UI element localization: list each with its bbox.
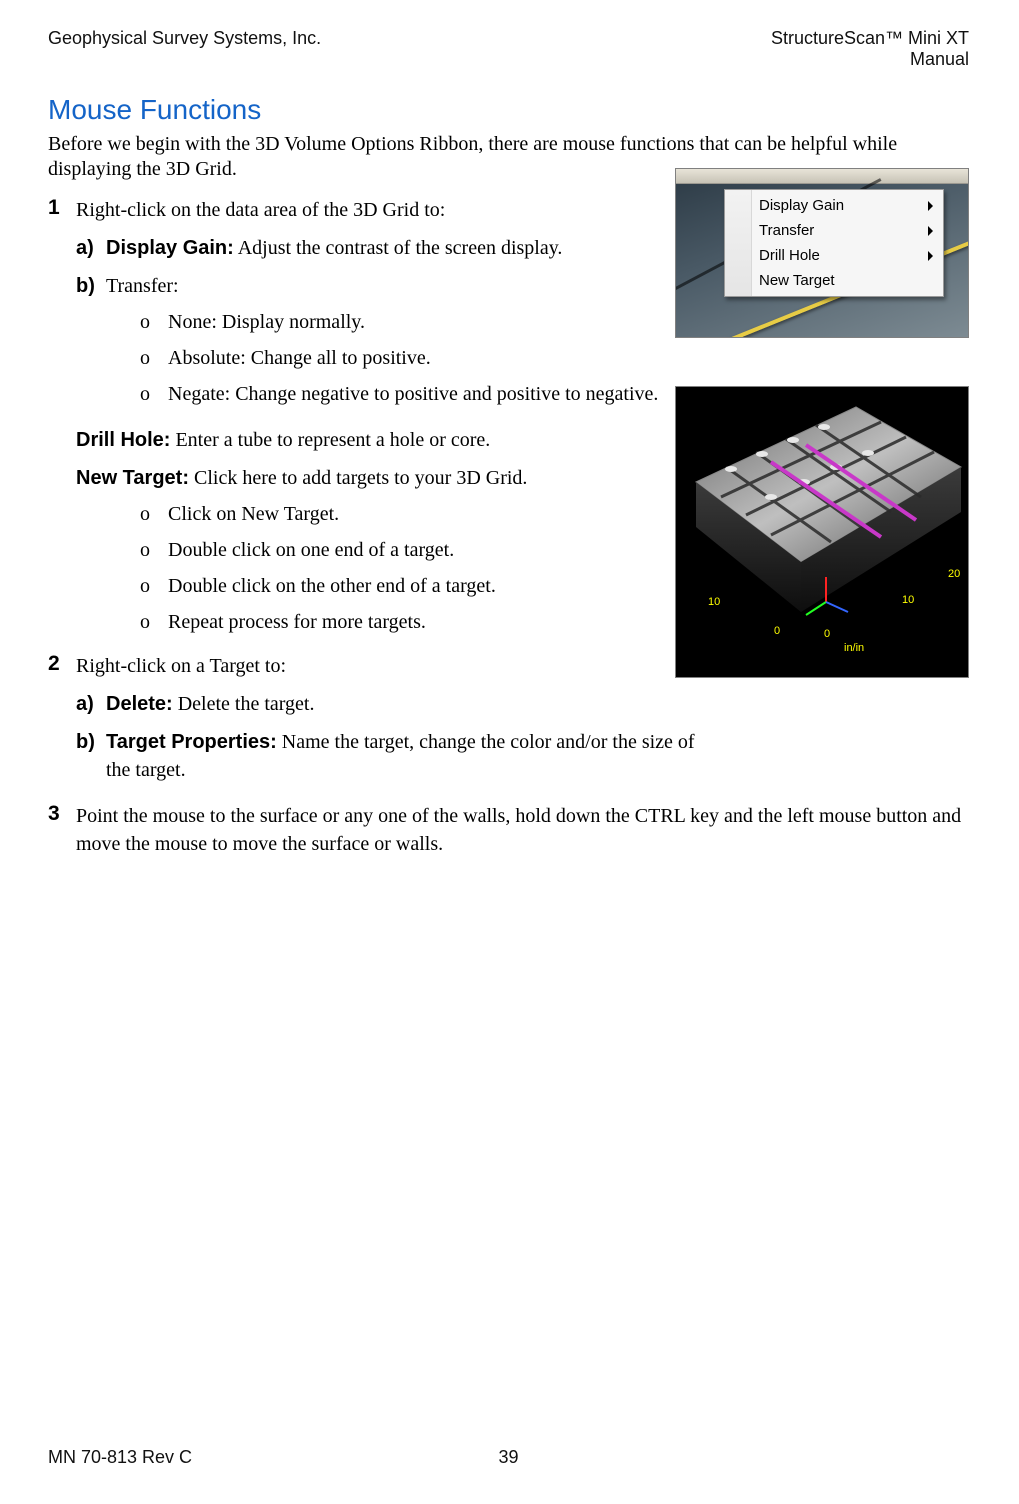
list-item: o Absolute: Change all to positive. [140, 344, 969, 372]
menu-label: Transfer [759, 222, 814, 239]
list-item: a) Delete: Delete the target. [76, 690, 969, 718]
context-menu[interactable]: Display Gain Transfer Drill Hole New Tar… [724, 189, 944, 297]
alpha-body: Target Properties: Name the target, chan… [106, 728, 696, 784]
menu-label: Display Gain [759, 197, 844, 214]
list-item: b) Target Properties: Name the target, c… [76, 728, 969, 784]
bullet-icon: o [140, 500, 168, 528]
list-marker-1: 1 [48, 196, 76, 644]
new-target-text: Click here to add targets to your 3D Gri… [189, 467, 527, 489]
menu-item-display-gain[interactable]: Display Gain [725, 193, 943, 218]
alpha-body: Delete: Delete the target. [106, 690, 969, 718]
nt-step-4: Repeat process for more targets. [168, 608, 426, 636]
header-left: Geophysical Survey Systems, Inc. [48, 28, 321, 49]
footer-page-number: 39 [498, 1447, 518, 1468]
bullet-icon: o [140, 536, 168, 564]
section-title: Mouse Functions [48, 94, 969, 126]
submenu-arrow-icon [928, 251, 933, 261]
transfer-label: Transfer: [106, 275, 179, 297]
nt-step-1: Click on New Target. [168, 500, 339, 528]
alpha-marker: a) [76, 690, 106, 718]
axis-unit-label: in/in [844, 642, 864, 654]
list-marker-2: 2 [48, 652, 76, 794]
nt-step-3: Double click on the other end of a targe… [168, 572, 496, 600]
bullet-icon: o [140, 608, 168, 636]
ribbon-bar [676, 169, 968, 184]
axis-label-x-near: 0 [774, 625, 780, 637]
drill-hole-text: Enter a tube to represent a hole or core… [170, 429, 490, 451]
transfer-negate: Negate: Change negative to positive and … [168, 380, 658, 408]
grid-3d-svg: 0 10 0 10 20 in/in [676, 387, 968, 677]
bullet-icon: o [140, 380, 168, 408]
menu-item-new-target[interactable]: New Target [725, 268, 943, 293]
submenu-arrow-icon [928, 201, 933, 211]
alpha-marker: b) [76, 272, 106, 416]
menu-item-transfer[interactable]: Transfer [725, 218, 943, 243]
drill-hole-label: Drill Hole: [76, 429, 170, 451]
header-doc-type: Manual [771, 49, 969, 70]
delete-text: Delete the target. [173, 693, 315, 715]
nt-step-2: Double click on one end of a target. [168, 536, 454, 564]
header-product: StructureScan™ Mini XT [771, 28, 969, 49]
alpha-list-2: a) Delete: Delete the target. b) Target … [76, 690, 969, 784]
alpha-marker: b) [76, 728, 106, 784]
menu-label: New Target [759, 272, 835, 289]
axis-label-y-near: 0 [824, 628, 830, 640]
bullet-icon: o [140, 344, 168, 372]
axis-label-y-far: 10 [902, 594, 914, 606]
list-marker-3: 3 [48, 802, 76, 858]
menu-item-drill-hole[interactable]: Drill Hole [725, 243, 943, 268]
display-gain-text: Adjust the contrast of the screen displa… [234, 237, 563, 259]
axis-label-x-far: 10 [708, 596, 720, 608]
axis-label-y-far2: 20 [948, 568, 960, 580]
bullet-icon: o [140, 572, 168, 600]
submenu-arrow-icon [928, 226, 933, 236]
alpha-marker: a) [76, 234, 106, 262]
bullet-icon: o [140, 308, 168, 336]
menu-label: Drill Hole [759, 247, 820, 264]
new-target-label: New Target: [76, 467, 189, 489]
item-3-lead: Point the mouse to the surface or any on… [76, 802, 969, 858]
list-item: 3 Point the mouse to the surface or any … [48, 802, 969, 858]
transfer-none: None: Display normally. [168, 308, 365, 336]
target-props-label: Target Properties: [106, 731, 277, 753]
transfer-absolute: Absolute: Change all to positive. [168, 344, 431, 372]
display-gain-label: Display Gain: [106, 237, 234, 259]
footer-doc-id: MN 70-813 Rev C [48, 1447, 192, 1468]
delete-label: Delete: [106, 693, 173, 715]
page-header: Geophysical Survey Systems, Inc. Structu… [48, 28, 969, 70]
page-footer: MN 70-813 Rev C 39 [48, 1447, 969, 1468]
grid-3d-figure: 0 10 0 10 20 in/in [675, 386, 969, 678]
header-right: StructureScan™ Mini XT Manual [771, 28, 969, 70]
context-menu-figure: Display Gain Transfer Drill Hole New Tar… [675, 168, 969, 338]
